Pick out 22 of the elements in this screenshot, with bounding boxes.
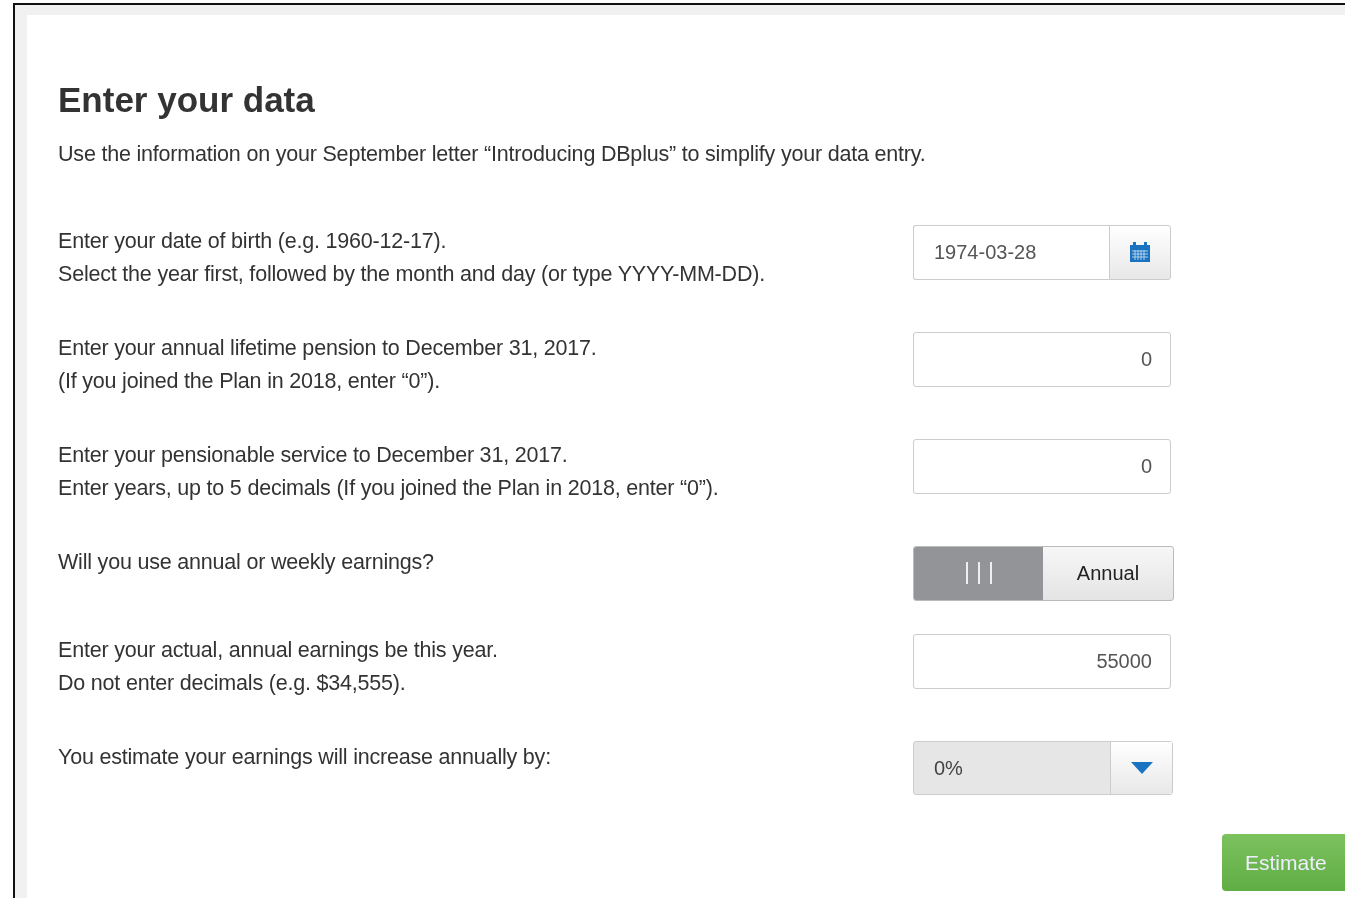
grip-icon [963, 561, 994, 586]
field-label: Enter years, up to 5 decimals (If you joined the Plan in 2018, enter “0”). [58, 474, 720, 502]
field-label: Enter your annual lifetime pension to December 31, 2017. [58, 334, 598, 362]
earnings-toggle[interactable]: Annual [913, 545, 1174, 601]
number-field[interactable]: 0 [913, 438, 1171, 494]
number-field[interactable]: 0 [913, 331, 1171, 387]
field-label: Enter your pensionable service to December 31, 2017. [58, 441, 569, 469]
field-label: (If you joined the Plan in 2018, enter “0”). [58, 367, 441, 395]
field-label: You estimate your earnings will increase annually by: [58, 743, 552, 771]
field-label: Do not enter decimals (e.g. $34,555). [58, 669, 407, 697]
percent-dropdown[interactable]: 0% [913, 740, 1173, 795]
field-label: Enter your date of birth (e.g. 1960-12-17). [58, 227, 448, 255]
field-label: Select the year first, followed by the month and day (or type YYYY-MM-DD). [58, 260, 766, 288]
field-label: Enter your actual, annual earnings be this year. [58, 636, 499, 664]
calendar-button[interactable] [1109, 224, 1171, 280]
field-label: Will you use annual or weekly earnings? [58, 548, 435, 576]
number-field[interactable]: 55000 [913, 633, 1171, 689]
calendar-icon [1129, 241, 1151, 264]
dropdown-arrow-icon [1130, 761, 1153, 774]
date-field[interactable]: 1974-03-28 [913, 224, 1109, 280]
page-title: Enter your data [58, 81, 316, 120]
intro-text: Use the information on your September letter “Introducing DBplus” to simplify your data entry. [58, 140, 927, 168]
